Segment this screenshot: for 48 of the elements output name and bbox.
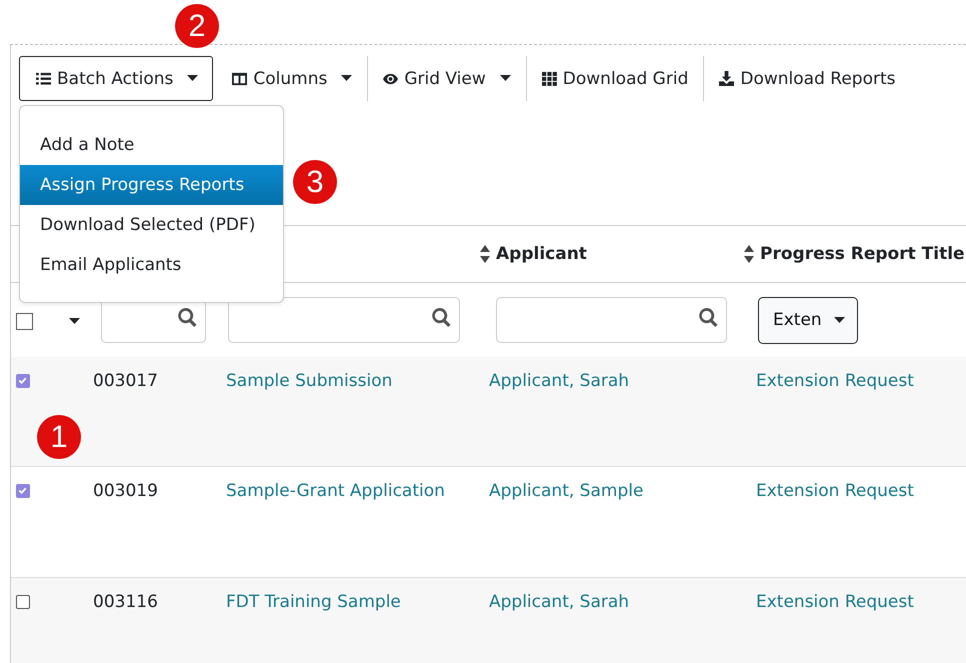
table-cell: 003017 — [93, 371, 158, 391]
report-link[interactable]: Extension Request — [756, 371, 914, 391]
menu-item[interactable]: Download Selected (PDF) — [20, 205, 283, 245]
menu-item[interactable]: Assign Progress Reports — [20, 165, 283, 205]
toolbar-button[interactable]: Download Grid — [526, 56, 704, 101]
download-icon — [719, 71, 734, 86]
columns-icon — [232, 71, 248, 86]
grid-icon — [542, 71, 557, 86]
search-field[interactable] — [496, 297, 727, 343]
report-link[interactable]: Extension Request — [756, 481, 914, 501]
table-cell: 003019 — [93, 481, 158, 501]
submission-link[interactable]: FDT Training Sample — [226, 592, 401, 612]
list-icon — [36, 71, 51, 86]
submission-link[interactable]: Sample Submission — [226, 371, 392, 391]
search-icon — [699, 308, 718, 327]
callout-badge: 2 — [175, 4, 219, 48]
applicant-link[interactable]: Applicant, Sarah — [489, 371, 630, 391]
submission-link[interactable]: Sample-Grant Application — [226, 481, 445, 501]
caret-icon — [69, 318, 80, 324]
checkbox[interactable] — [16, 374, 30, 388]
sort-icon[interactable] — [480, 245, 490, 263]
report-link[interactable]: Extension Request — [756, 592, 914, 612]
column-header: Applicant — [496, 244, 587, 264]
callout-badge: 3 — [293, 160, 337, 204]
filter-dropdown[interactable]: Exten — [758, 296, 858, 344]
menu-item[interactable]: Email Applicants — [20, 245, 283, 285]
checkbox[interactable] — [16, 595, 30, 609]
sort-icon[interactable] — [744, 245, 754, 263]
menu-item[interactable]: Add a Note — [20, 125, 283, 165]
search-icon — [432, 308, 451, 327]
checkbox[interactable] — [16, 484, 30, 498]
toolbar-button[interactable]: Batch Actions — [19, 56, 214, 101]
check-icon — [17, 375, 28, 386]
column-header: Progress Report Title — [760, 244, 965, 264]
toolbar-button[interactable]: Grid View — [368, 56, 526, 101]
caret-icon — [834, 316, 845, 324]
caret-icon — [187, 75, 198, 82]
eye-icon — [383, 71, 398, 86]
search-icon — [178, 308, 197, 327]
checkbox[interactable] — [16, 312, 33, 330]
applicant-link[interactable]: Applicant, Sarah — [489, 592, 630, 612]
applicant-link[interactable]: Applicant, Sample — [489, 481, 644, 501]
caret-icon — [341, 75, 352, 82]
table-cell: 003116 — [93, 592, 158, 612]
toolbar-button[interactable]: Columns — [217, 56, 368, 101]
toolbar-button[interactable]: Download Reports — [704, 56, 910, 101]
caret-icon — [500, 75, 511, 82]
check-icon — [17, 485, 28, 496]
